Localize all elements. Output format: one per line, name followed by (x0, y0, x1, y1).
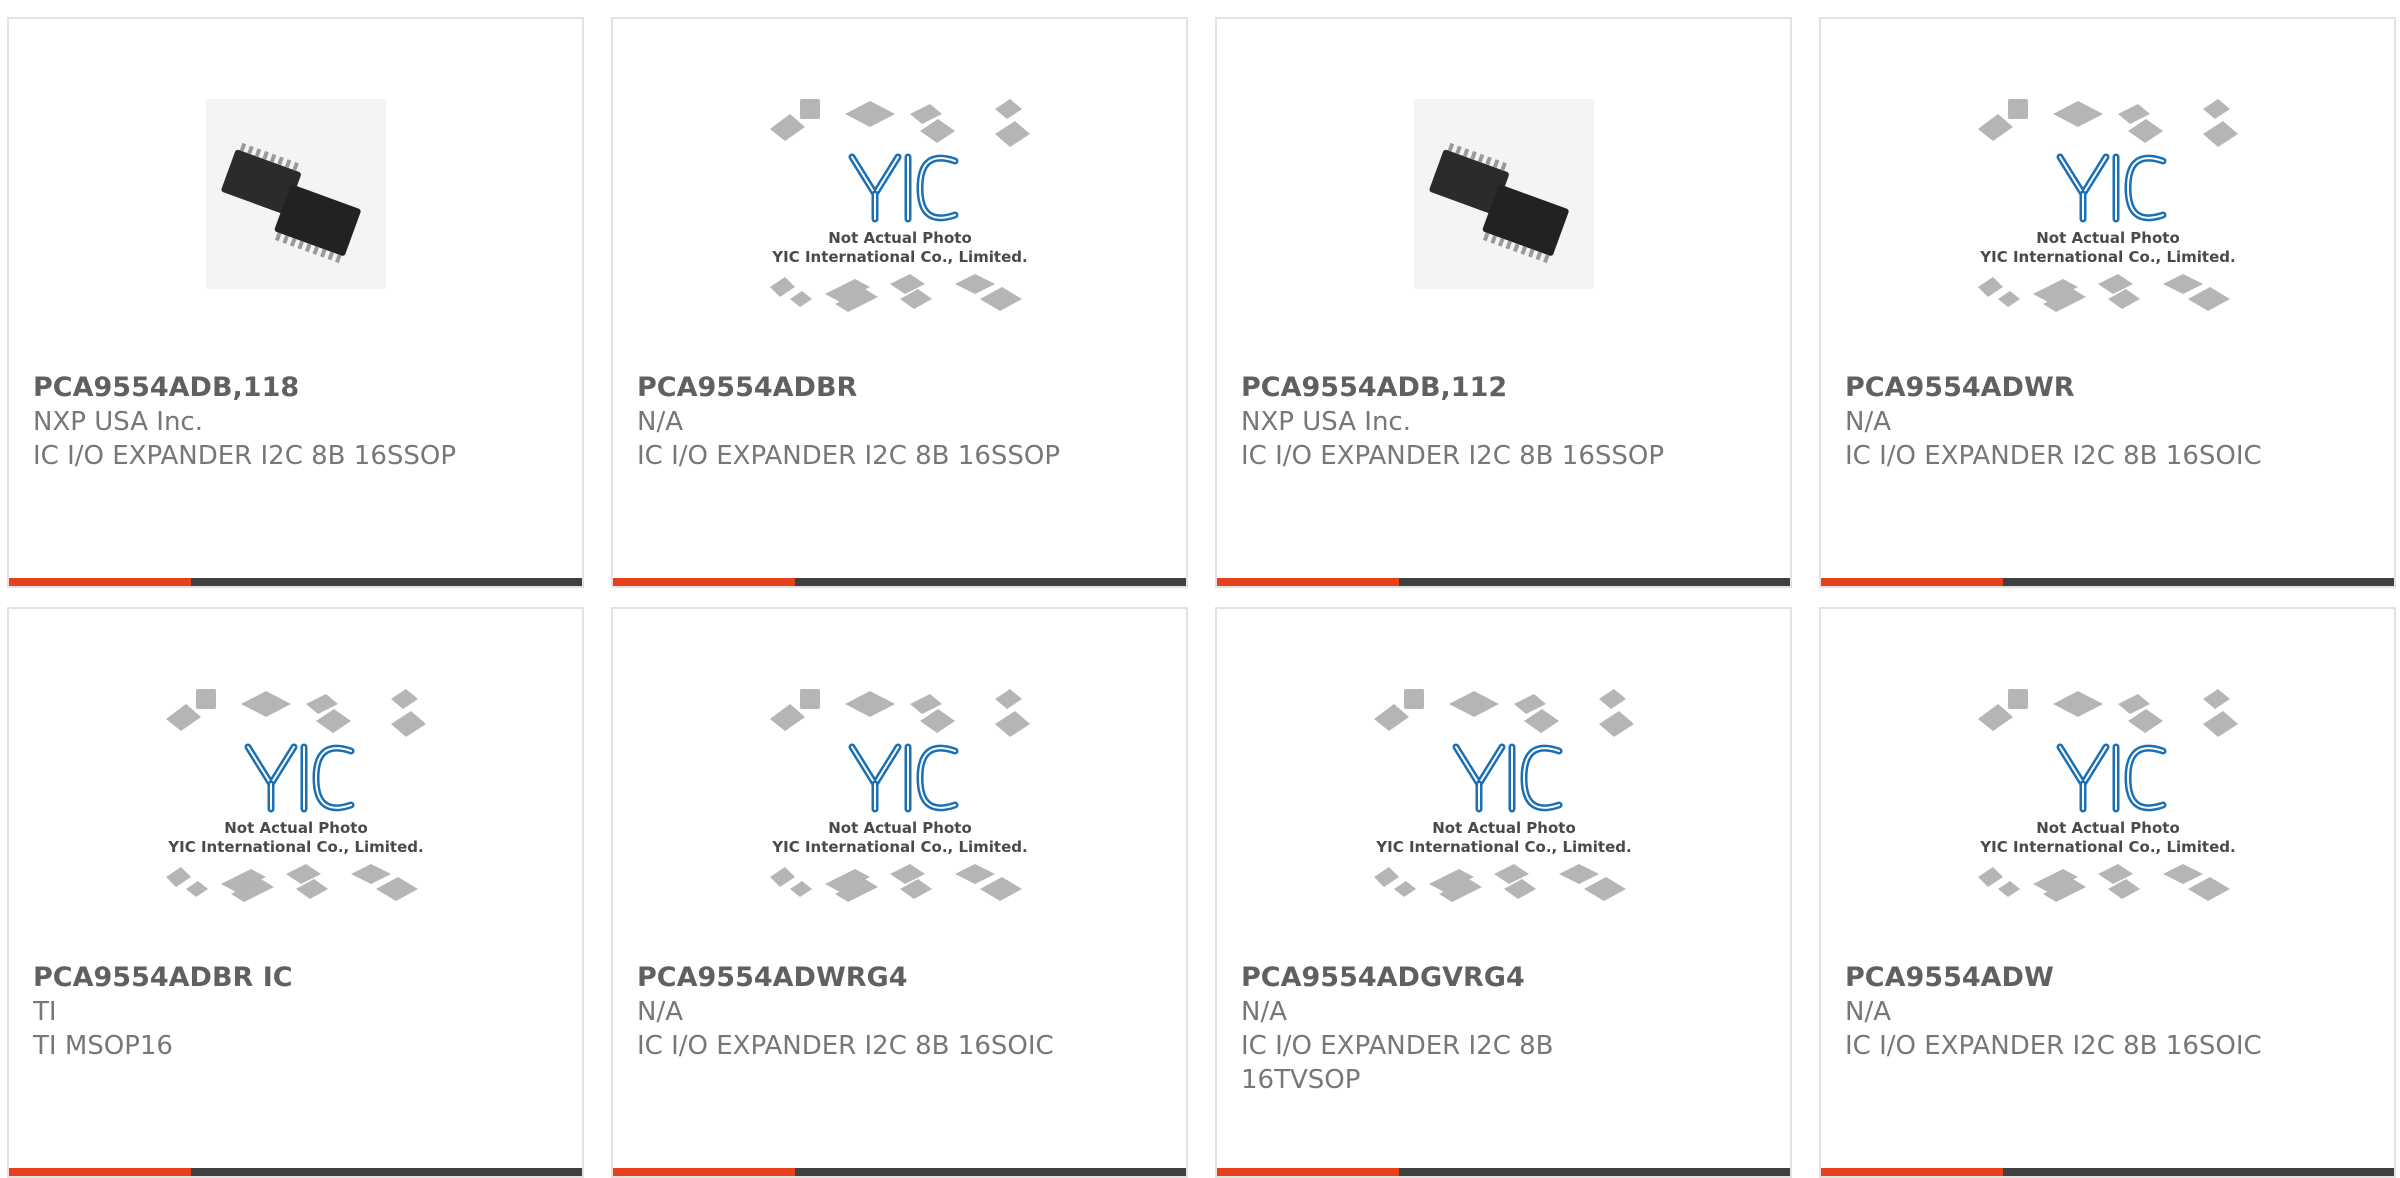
manufacturer: N/A (1241, 997, 1287, 1027)
product-card[interactable]: Not Actual Photo YIC International Co., … (1215, 607, 1792, 1178)
card-accent-bar (1821, 578, 2003, 586)
part-number[interactable]: PCA9554ADB,112 (1241, 371, 1770, 405)
placeholder-company: YIC International Co., Limited. (1979, 838, 2235, 856)
placeholder-image-icon: Not Actual Photo YIC International Co., … (1373, 689, 1634, 902)
product-image[interactable]: Not Actual Photo YIC International Co., … (1821, 679, 2394, 909)
product-image[interactable]: Not Actual Photo YIC International Co., … (1821, 89, 2394, 319)
card-accent-bar (1217, 578, 1399, 586)
part-number[interactable]: PCA9554ADWRG4 (637, 961, 1166, 995)
placeholder-image-icon: Not Actual Photo YIC International Co., … (1977, 99, 2238, 312)
manufacturer: NXP USA Inc. (33, 407, 203, 437)
manufacturer: N/A (1845, 407, 1891, 437)
card-bottom-bar (9, 578, 582, 586)
description: IC I/O EXPANDER I2C 8B 16SOIC (1845, 441, 2262, 471)
manufacturer: TI (33, 997, 57, 1027)
part-number[interactable]: PCA9554ADB,118 (33, 371, 562, 405)
description: IC I/O EXPANDER I2C 8B 16SOIC (1845, 1031, 2262, 1061)
part-number[interactable]: PCA9554ADBR (637, 371, 1166, 405)
part-number[interactable]: PCA9554ADBR IC (33, 961, 562, 995)
description: IC I/O EXPANDER I2C 8B 16SSOP (637, 441, 1061, 471)
product-card[interactable]: Not Actual Photo YIC International Co., … (1819, 607, 2396, 1178)
placeholder-company: YIC International Co., Limited. (1979, 248, 2235, 266)
card-bottom-bar (1217, 1168, 1790, 1176)
product-card[interactable]: PCA9554ADB,118 NXP USA Inc. IC I/O EXPAN… (7, 17, 584, 588)
placeholder-company: YIC International Co., Limited. (771, 248, 1027, 266)
product-card[interactable]: Not Actual Photo YIC International Co., … (611, 17, 1188, 588)
placeholder-caption: Not Actual Photo (828, 229, 972, 247)
product-card[interactable]: Not Actual Photo YIC International Co., … (1819, 17, 2396, 588)
placeholder-image-icon: Not Actual Photo YIC International Co., … (769, 689, 1030, 902)
product-image[interactable]: Not Actual Photo YIC International Co., … (1217, 679, 1790, 909)
card-bottom-bar (613, 1168, 1186, 1176)
placeholder-image-icon: Not Actual Photo YIC International Co., … (165, 689, 426, 902)
card-bottom-bar (1217, 578, 1790, 586)
product-image[interactable] (1217, 89, 1790, 319)
description: TI MSOP16 (33, 1031, 173, 1061)
description: IC I/O EXPANDER I2C 8B 16SSOP (33, 441, 457, 471)
card-bottom-bar (1821, 578, 2394, 586)
chip-photo-icon (1413, 99, 1594, 289)
manufacturer: N/A (637, 997, 683, 1027)
placeholder-caption: Not Actual Photo (2036, 819, 2180, 837)
card-accent-bar (1821, 1168, 2003, 1176)
product-card[interactable]: Not Actual Photo YIC International Co., … (7, 607, 584, 1178)
card-accent-bar (613, 578, 795, 586)
part-number[interactable]: PCA9554ADW (1845, 961, 2374, 995)
product-image[interactable]: Not Actual Photo YIC International Co., … (9, 679, 582, 909)
description: IC I/O EXPANDER I2C 8B 16SOIC (637, 1031, 1054, 1061)
card-bottom-bar (9, 1168, 582, 1176)
product-image[interactable]: Not Actual Photo YIC International Co., … (613, 89, 1186, 319)
placeholder-image-icon: Not Actual Photo YIC International Co., … (769, 99, 1030, 312)
placeholder-caption: Not Actual Photo (2036, 229, 2180, 247)
part-number[interactable]: PCA9554ADGVRG4 (1241, 961, 1590, 995)
placeholder-image-icon: Not Actual Photo YIC International Co., … (1977, 689, 2238, 902)
placeholder-caption: Not Actual Photo (1432, 819, 1576, 837)
manufacturer: N/A (637, 407, 683, 437)
placeholder-company: YIC International Co., Limited. (1375, 838, 1631, 856)
part-number[interactable]: PCA9554ADWR (1845, 371, 2374, 405)
placeholder-company: YIC International Co., Limited. (771, 838, 1027, 856)
placeholder-caption: Not Actual Photo (828, 819, 972, 837)
manufacturer: NXP USA Inc. (1241, 407, 1411, 437)
placeholder-caption: Not Actual Photo (224, 819, 368, 837)
product-card[interactable]: PCA9554ADB,112 NXP USA Inc. IC I/O EXPAN… (1215, 17, 1792, 588)
product-card[interactable]: Not Actual Photo YIC International Co., … (611, 607, 1188, 1178)
placeholder-company: YIC International Co., Limited. (167, 838, 423, 856)
card-bottom-bar (613, 578, 1186, 586)
description: IC I/O EXPANDER I2C 8B 16TVSOP (1241, 1031, 1554, 1095)
product-image[interactable]: Not Actual Photo YIC International Co., … (613, 679, 1186, 909)
card-bottom-bar (1821, 1168, 2394, 1176)
card-accent-bar (613, 1168, 795, 1176)
card-accent-bar (9, 578, 191, 586)
card-accent-bar (1217, 1168, 1399, 1176)
product-grid: PCA9554ADB,118 NXP USA Inc. IC I/O EXPAN… (0, 0, 2400, 1178)
chip-photo-icon (205, 99, 386, 289)
product-image[interactable] (9, 89, 582, 319)
description: IC I/O EXPANDER I2C 8B 16SSOP (1241, 441, 1665, 471)
card-accent-bar (9, 1168, 191, 1176)
manufacturer: N/A (1845, 997, 1891, 1027)
